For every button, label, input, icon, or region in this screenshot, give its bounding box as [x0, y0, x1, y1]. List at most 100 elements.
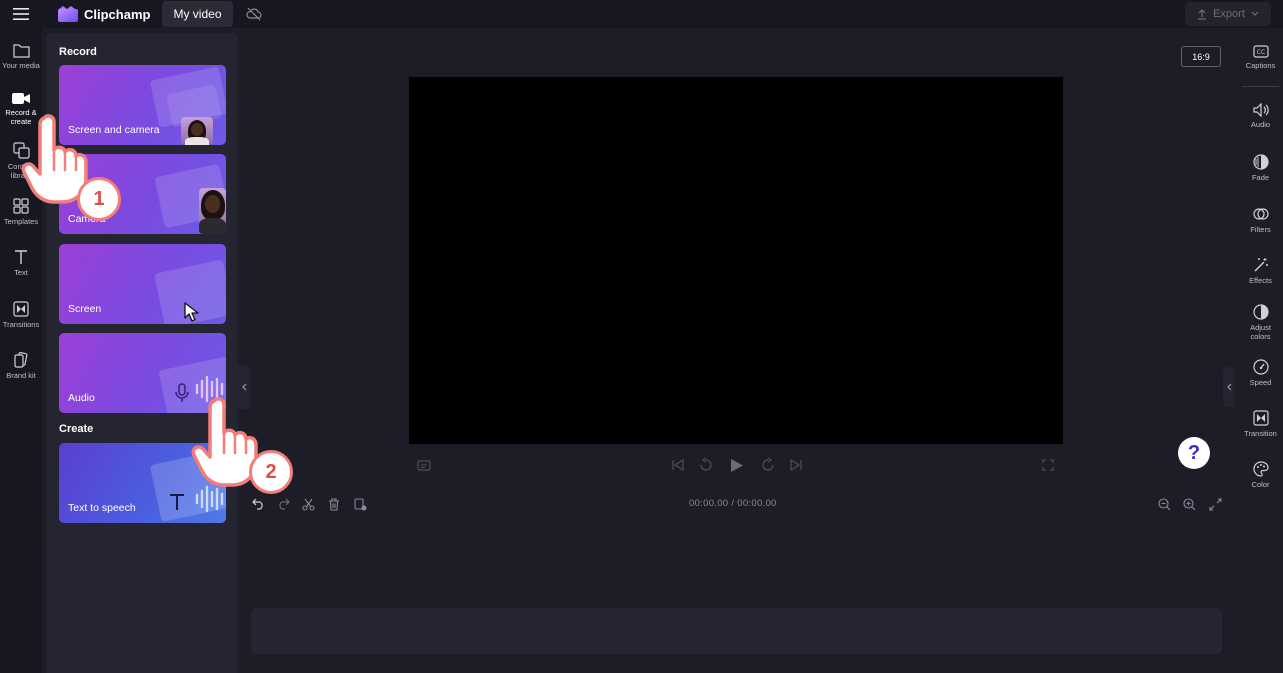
project-title: My video [173, 7, 222, 21]
play-icon [731, 458, 743, 472]
hamburger-icon [13, 8, 29, 20]
collapse-properties-button[interactable] [1223, 367, 1235, 407]
trash-icon [329, 497, 339, 511]
zoom-in-icon [1182, 497, 1195, 510]
rail-item-brand-kit[interactable]: Brand kit [0, 352, 42, 380]
help-button[interactable]: ? [1178, 437, 1210, 469]
rail-item-text[interactable]: Text [0, 249, 42, 277]
project-title-tab[interactable]: My video [162, 1, 233, 27]
chevron-left-icon [241, 383, 246, 391]
captions-icon: CC [1252, 45, 1269, 58]
properties-rail: CC Captions Audio Fade Filters Effects A… [1238, 28, 1283, 673]
chevron-down-icon [1251, 11, 1259, 16]
undo-icon [251, 498, 263, 510]
rail-item-transition[interactable]: Transition [1238, 410, 1283, 438]
rail-item-fade[interactable]: Fade [1238, 154, 1283, 182]
rail-label: Effects [1249, 276, 1272, 285]
filters-icon [1252, 208, 1269, 220]
sound-wave-icon [195, 485, 224, 513]
rail-item-color[interactable]: Color [1238, 461, 1283, 489]
rail-label: Audio [1250, 120, 1271, 129]
help-label: ? [1187, 441, 1201, 464]
upload-icon [1198, 8, 1207, 20]
video-camera-icon [12, 93, 30, 104]
forward-5s-button[interactable] [759, 455, 777, 475]
create-section-title: Create [59, 423, 94, 435]
zoom-in-button[interactable] [1180, 495, 1198, 513]
brand: Clipchamp [58, 6, 150, 22]
transitions-icon [13, 301, 29, 317]
skip-back-button[interactable] [669, 455, 687, 475]
step-2-badge: 2 [249, 450, 293, 494]
redo-button[interactable] [274, 495, 292, 513]
timeline-track[interactable] [251, 608, 1222, 654]
step-number: 1 [93, 187, 105, 210]
speaker-icon [1252, 103, 1269, 117]
timeline-toolbar: 00:00.00 / 00:00.00 [245, 490, 1235, 518]
rail-item-captions[interactable]: CC Captions [1238, 45, 1283, 70]
rail-divider [1242, 86, 1279, 87]
fullscreen-button[interactable] [1039, 455, 1057, 475]
rail-label: Transitions [2, 320, 40, 329]
fullscreen-icon [1042, 459, 1054, 471]
export-button[interactable]: Export [1185, 2, 1271, 26]
redo-icon [278, 498, 290, 510]
palette-icon [1252, 461, 1269, 477]
fit-to-screen-icon [1208, 497, 1222, 511]
rail-label: Fade [1251, 173, 1270, 182]
rail-label: Transition [1244, 429, 1277, 438]
play-button[interactable] [727, 455, 747, 475]
speedometer-icon [1252, 359, 1269, 375]
rail-item-speed[interactable]: Speed [1238, 359, 1283, 387]
rail-label: Adjust colors [1250, 323, 1271, 341]
rail-label: Filters [1250, 225, 1271, 234]
rail-item-filters[interactable]: Filters [1238, 206, 1283, 234]
card-label: Text to speech [68, 502, 136, 514]
screen-card[interactable]: Screen [59, 244, 226, 324]
total-time: 00:00.00 [737, 498, 777, 509]
top-bar: Clipchamp My video Export [0, 0, 1283, 28]
zoom-out-button[interactable] [1155, 495, 1173, 513]
rail-item-audio[interactable]: Audio [1238, 103, 1283, 129]
clipchamp-logo-icon [58, 6, 78, 22]
step-number: 2 [265, 460, 277, 483]
scissors-icon [301, 498, 315, 511]
undo-button[interactable] [249, 495, 267, 513]
rewind-icon [700, 458, 712, 471]
brand-name: Clipchamp [84, 6, 151, 22]
rail-label: Captions [1245, 61, 1276, 70]
delete-button[interactable] [325, 495, 343, 513]
hamburger-menu-button[interactable] [0, 0, 42, 28]
skip-forward-icon [790, 459, 802, 471]
rail-item-effects[interactable]: Effects [1238, 257, 1283, 285]
rewind-5s-button[interactable] [697, 455, 715, 475]
rail-item-adjust-colors[interactable]: Adjust colors [1238, 304, 1283, 341]
rail-item-your-media[interactable]: Your media [0, 43, 42, 70]
text-icon [15, 250, 27, 264]
time-separator: / [731, 498, 735, 509]
brand-kit-icon [14, 352, 28, 368]
aspect-ratio-label: 16:9 [1192, 51, 1210, 62]
microphone-icon [175, 383, 189, 402]
presenter-thumbnail [181, 117, 213, 145]
forward-icon [762, 458, 774, 471]
magic-wand-icon [1254, 258, 1268, 272]
rail-label: Your media [2, 61, 40, 70]
aspect-ratio-button[interactable]: 16:9 [1181, 46, 1221, 67]
export-label: Export [1213, 8, 1245, 20]
cloud-sync-button[interactable] [245, 5, 263, 23]
card-label: Audio [68, 392, 95, 404]
zoom-out-icon [1157, 497, 1170, 510]
split-button[interactable] [299, 495, 317, 513]
skip-back-icon [672, 459, 684, 471]
skip-forward-button[interactable] [787, 455, 805, 475]
fade-icon [1252, 154, 1269, 170]
captions-toggle-button[interactable] [415, 455, 433, 475]
rail-item-transitions[interactable]: Transitions [0, 301, 42, 329]
duplicate-button[interactable] [351, 495, 369, 513]
fit-timeline-button[interactable] [1206, 495, 1224, 513]
video-preview-canvas[interactable] [409, 77, 1063, 444]
transition-icon [1252, 410, 1269, 426]
text-glyph-icon [170, 494, 184, 510]
cloud-offline-icon [245, 7, 262, 21]
